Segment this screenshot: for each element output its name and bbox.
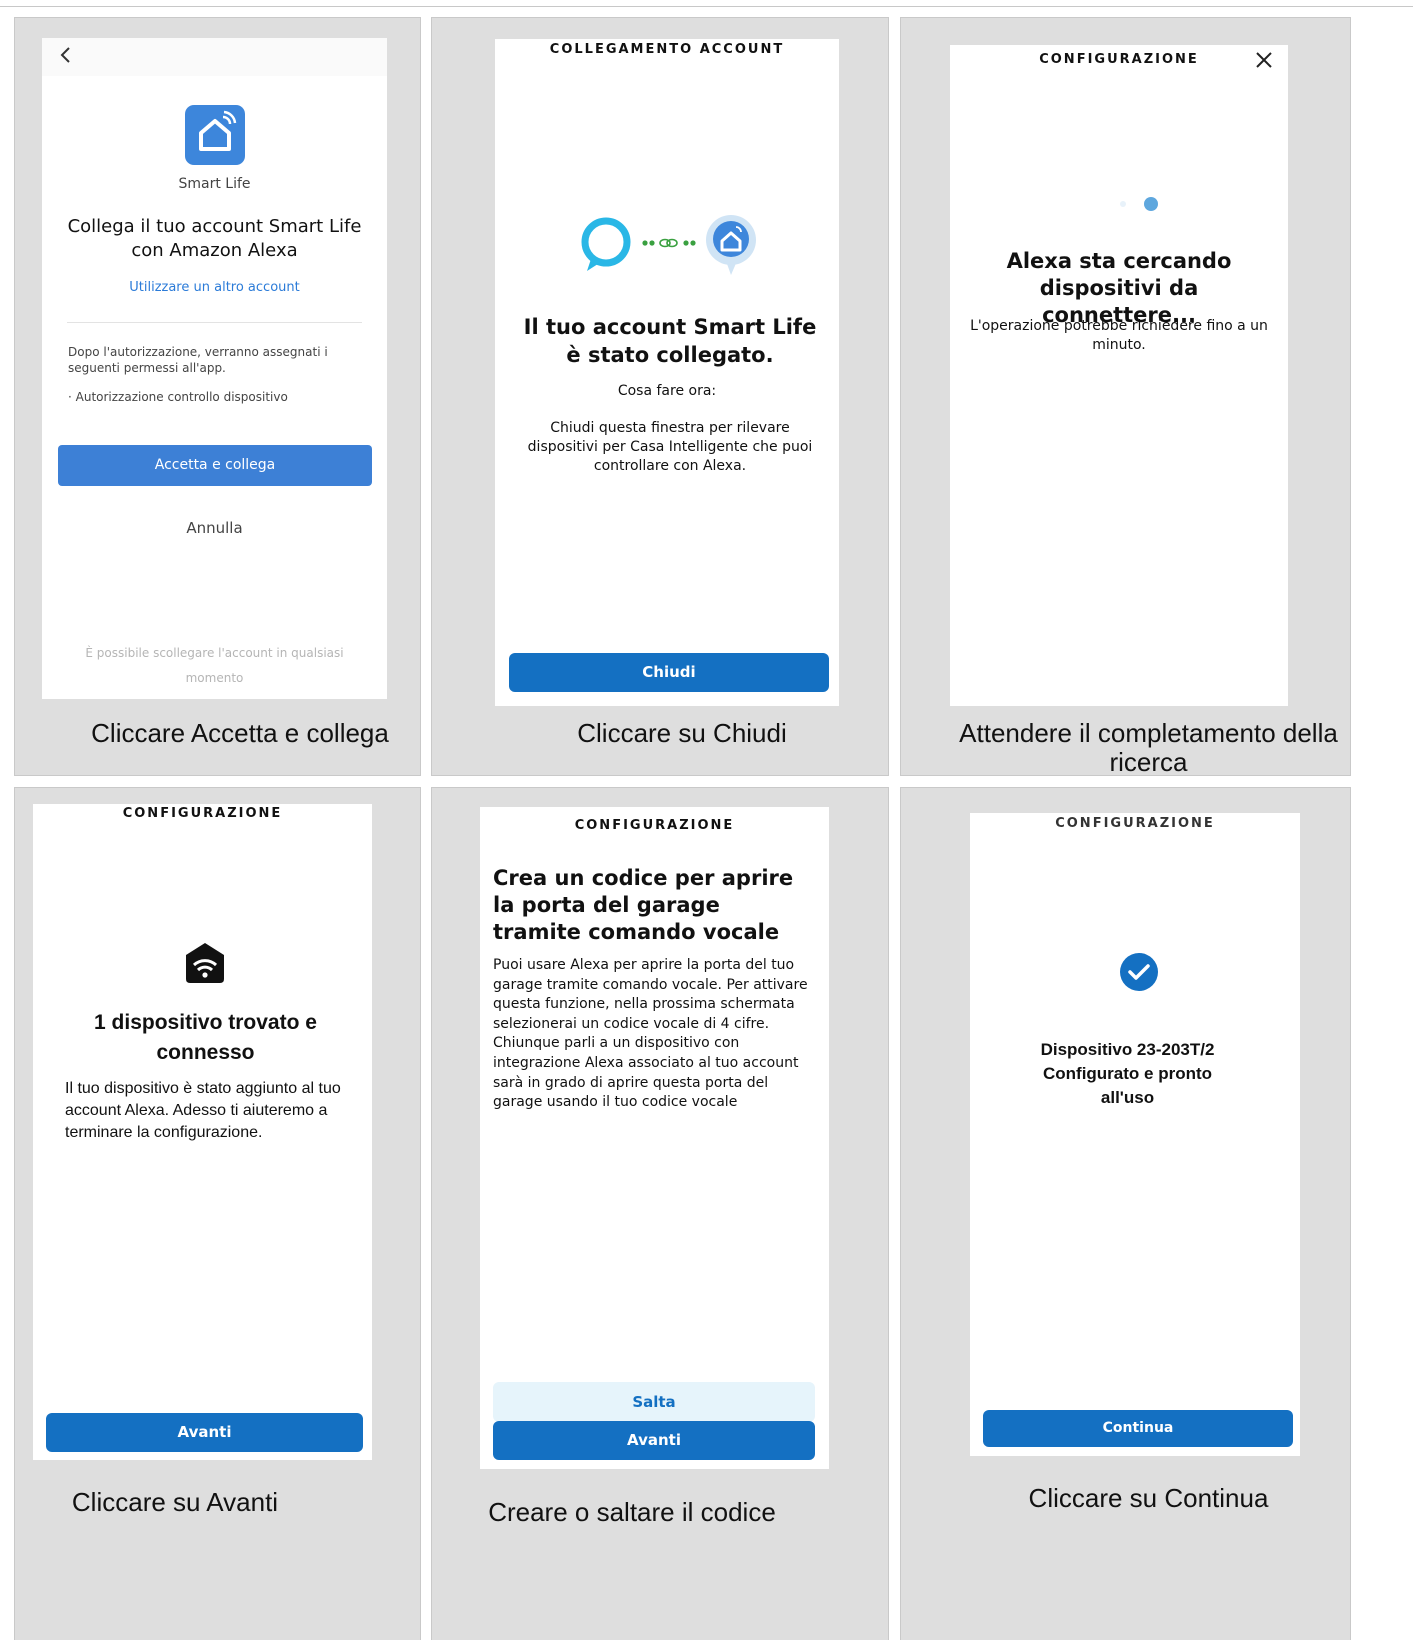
step-3-cell: CONFIGURAZIONE Alexa sta cercando dispos… — [900, 17, 1351, 777]
alexa-ring-icon — [581, 217, 631, 271]
step-2-cell: COLLEGAMENTO ACCOUNT Il tuo account Smar… — [431, 17, 889, 776]
device-found-screen: CONFIGURAZIONE 1 dispositivo trovato e c… — [33, 804, 372, 1460]
step-6-cell: CONFIGURAZIONE Dispositivo 23-203T/2 Con… — [900, 787, 1351, 1640]
step-4-caption: Cliccare su Avanti — [71, 1487, 279, 1517]
screen-header: COLLEGAMENTO ACCOUNT — [549, 42, 785, 57]
cancel-button[interactable]: Annulla — [42, 519, 387, 537]
step-1-cell: Smart Life Collega il tuo account Smart … — [14, 17, 421, 776]
device-found-body: Il tuo dispositivo è stato aggiunto al t… — [65, 1080, 341, 1141]
configured-title-line-1: Dispositivo 23-203T/2 — [1040, 1040, 1215, 1059]
screen-header: CONFIGURAZIONE — [1055, 816, 1215, 831]
what-next-label: Cosa fare ora: — [617, 383, 717, 399]
app-name: Smart Life — [178, 176, 251, 192]
searching-screen: CONFIGURAZIONE Alexa sta cercando dispos… — [950, 45, 1288, 706]
voice-code-screen: CONFIGURAZIONE Crea un codice per aprire… — [480, 807, 829, 1469]
screen-header: CONFIGURAZIONE — [574, 818, 735, 833]
next-button[interactable]: Avanti — [46, 1413, 363, 1452]
step-5-cell: CONFIGURAZIONE Crea un codice per aprire… — [431, 787, 889, 1640]
link-title: Collega il tuo account Smart Life con Am… — [67, 216, 362, 261]
checkmark-icon — [1120, 953, 1158, 991]
continue-button[interactable]: Continua — [983, 1410, 1293, 1447]
device-found-title: 1 dispositivo trovato e connesso — [94, 1011, 317, 1064]
voice-code-body: Puoi usare Alexa per aprire la porta del… — [493, 957, 808, 1111]
close-button[interactable]: Chiudi — [509, 653, 829, 692]
screen-header: CONFIGURAZIONE — [122, 806, 283, 821]
smart-life-screen: Smart Life Collega il tuo account Smart … — [42, 38, 387, 699]
configured-title: Dispositivo 23-203T/2 Configurato e pron… — [1000, 1038, 1255, 1110]
unlink-footer: È possibile scollegare l'account in qual… — [85, 646, 344, 685]
garage-wifi-icon — [186, 943, 224, 983]
instructions-text: Chiudi questa finestra per rilevare disp… — [527, 420, 813, 474]
close-icon[interactable] — [1253, 49, 1275, 71]
skip-button[interactable]: Salta — [493, 1382, 815, 1422]
step-3-caption: Attendere il completamento della ricerca — [959, 718, 1338, 777]
top-bar — [42, 38, 387, 76]
back-chevron-icon[interactable] — [58, 45, 74, 65]
link-chain-icon — [642, 238, 696, 248]
loading-dots-icon — [1120, 197, 1158, 211]
step-1-caption: Cliccare Accetta e collega — [91, 718, 389, 748]
step-4-cell: CONFIGURAZIONE 1 dispositivo trovato e c… — [14, 787, 421, 1640]
step-2-caption: Cliccare su Chiudi — [577, 718, 787, 748]
linked-title: Il tuo account Smart Life è stato colleg… — [523, 315, 817, 367]
top-divider — [0, 6, 1413, 7]
next-button[interactable]: Avanti — [493, 1421, 815, 1460]
voice-code-title: Crea un codice per aprire la porta del g… — [493, 866, 794, 944]
permissions-intro: Dopo l'autorizzazione, verranno assegnat… — [68, 345, 328, 375]
searching-body: L'operazione potrebbe richiedere fino a … — [970, 318, 1268, 353]
permission-item: · Autorizzazione controllo dispositivo — [68, 390, 288, 404]
smart-life-home-icon — [185, 105, 245, 165]
configured-title-line-3: all'uso — [1100, 1088, 1155, 1107]
configured-title-line-2: Configurato e pronto — [1042, 1064, 1213, 1083]
smart-home-bubble-icon — [706, 215, 756, 275]
account-linked-screen: COLLEGAMENTO ACCOUNT Il tuo account Smar… — [495, 39, 839, 706]
configured-screen: CONFIGURAZIONE Dispositivo 23-203T/2 Con… — [970, 813, 1300, 1456]
divider — [67, 322, 362, 323]
step-5-caption: Creare o saltare il codice — [488, 1497, 776, 1527]
use-other-account-link[interactable]: Utilizzare un altro account — [42, 280, 387, 295]
step-6-caption: Cliccare su Continua — [1028, 1483, 1269, 1513]
screen-header: CONFIGURAZIONE — [1039, 52, 1199, 67]
accept-and-link-button[interactable]: Accetta e collega — [58, 445, 372, 486]
